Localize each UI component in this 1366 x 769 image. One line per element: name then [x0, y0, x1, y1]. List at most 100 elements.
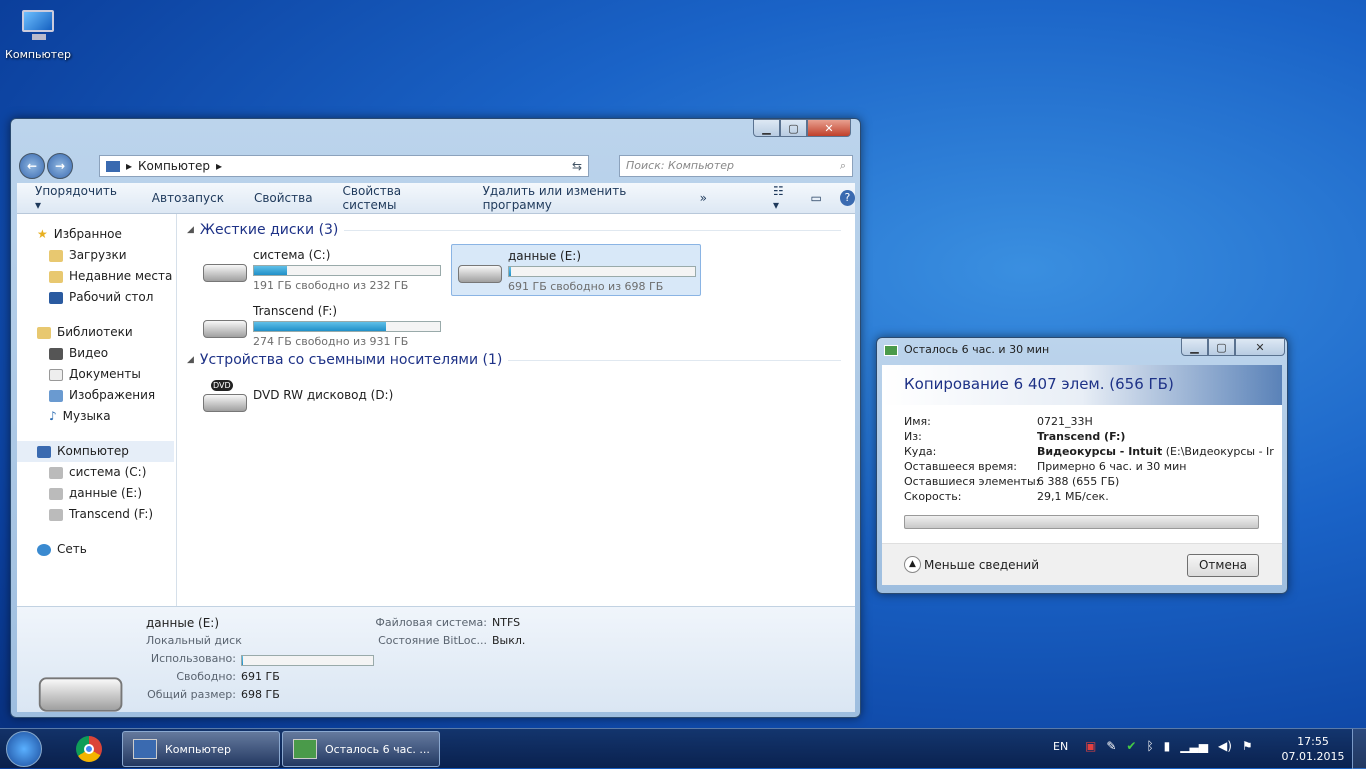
- nav-computer[interactable]: Компьютер: [17, 441, 174, 462]
- show-desktop-button[interactable]: [1352, 729, 1366, 769]
- copy-icon: [293, 739, 317, 759]
- row-value[interactable]: Transcend (F:): [1037, 430, 1125, 443]
- row-path: (E:\Видеокурсы - Ir: [1162, 445, 1274, 458]
- maximize-button[interactable]: ▢: [780, 119, 807, 137]
- maximize-button[interactable]: ▢: [1208, 338, 1235, 356]
- nav-label: Сеть: [57, 542, 87, 556]
- copy-icon: [884, 345, 898, 356]
- nav-label: Недавние места: [69, 269, 173, 283]
- security-alert-icon[interactable]: ▣: [1085, 739, 1096, 753]
- nav-drive-c[interactable]: система (C:): [17, 462, 176, 483]
- nav-desktop[interactable]: Рабочий стол: [17, 287, 176, 308]
- view-icon[interactable]: ☷ ▾: [773, 184, 793, 212]
- copy-progress-bar: [904, 515, 1259, 529]
- bluetooth-icon[interactable]: ᛒ: [1146, 739, 1153, 753]
- breadcrumb[interactable]: Компьютер: [138, 159, 210, 173]
- taskbar-label: Осталось 6 час. ...: [325, 742, 430, 756]
- language-indicator[interactable]: EN: [1053, 740, 1068, 753]
- nav-recent[interactable]: Недавние места: [17, 266, 176, 287]
- nav-video[interactable]: Видео: [17, 343, 176, 364]
- cancel-button[interactable]: Отмена: [1187, 554, 1259, 577]
- nav-libraries[interactable]: Библиотеки: [17, 322, 176, 343]
- less-details-toggle[interactable]: ▲ Меньше сведений: [904, 556, 1039, 573]
- minimize-button[interactable]: ▁: [1181, 338, 1208, 356]
- drive-name: система (C:): [253, 248, 331, 262]
- row-value[interactable]: Видеокурсы - Intuit: [1037, 445, 1162, 458]
- nav-pictures[interactable]: Изображения: [17, 385, 176, 406]
- folder-icon: [49, 249, 63, 262]
- picture-icon: [49, 389, 63, 402]
- navigation-pane: ★ Избранное Загрузки Недавние места Рабоч…: [17, 214, 177, 606]
- organize-button[interactable]: Упорядочить ▾: [35, 184, 122, 212]
- autoplay-button[interactable]: Автозапуск: [152, 191, 224, 205]
- nav-favorites[interactable]: ★ Избранное: [17, 224, 176, 245]
- explorer-body: ★ Избранное Загрузки Недавние места Рабоч…: [17, 214, 855, 606]
- nav-music[interactable]: ♪ Музыка: [17, 406, 176, 427]
- collapse-icon: ◢: [187, 225, 194, 235]
- drive-icon: [201, 304, 247, 344]
- computer-icon: [106, 160, 120, 172]
- nav-downloads[interactable]: Загрузки: [17, 245, 176, 266]
- nav-drive-e[interactable]: данные (E:): [17, 483, 176, 504]
- details-name: данные (E:): [146, 616, 220, 630]
- chrome-taskbar-icon[interactable]: [76, 736, 102, 762]
- drive-e[interactable]: данные (E:) 691 ГБ свободно из 698 ГБ: [451, 244, 701, 296]
- details-usage-bar: [241, 655, 374, 666]
- windows-drive-icon: [201, 248, 247, 288]
- safely-remove-icon[interactable]: ✔: [1126, 739, 1136, 753]
- row-label: Оставшееся время:: [904, 460, 1017, 473]
- system-properties-button[interactable]: Свойства системы: [343, 184, 453, 212]
- tray-icons: ▣ ✎ ✔ ᛒ ▮ ▁▃▅ ◀) ⚑: [1085, 739, 1253, 753]
- action-center-flag-icon[interactable]: ⚑: [1242, 739, 1253, 753]
- chevron-up-icon: ▲: [904, 556, 921, 573]
- nav-documents[interactable]: Документы: [17, 364, 176, 385]
- properties-button[interactable]: Свойства: [254, 191, 313, 205]
- tool-icon[interactable]: ✎: [1106, 739, 1116, 753]
- nav-drive-f[interactable]: Transcend (F:): [17, 504, 176, 525]
- signal-icon[interactable]: ▁▃▅: [1180, 739, 1208, 753]
- search-input[interactable]: Поиск: Компьютер ⌕: [619, 155, 853, 177]
- desktop-icon-computer[interactable]: Компьютер: [4, 8, 72, 61]
- content-pane: ◢ Жесткие диски (3) система (C:) 191 ГБ св…: [187, 222, 855, 412]
- drive-usage-bar: [253, 321, 441, 332]
- volume-icon[interactable]: ◀): [1218, 739, 1232, 753]
- power-icon[interactable]: ▮: [1164, 739, 1171, 753]
- video-icon: [49, 347, 63, 360]
- taskbar-item-explorer[interactable]: Компьютер: [122, 731, 280, 767]
- nav-label: Изображения: [69, 388, 156, 402]
- taskbar: Компьютер Осталось 6 час. ... EN ▣ ✎ ✔ ᛒ…: [0, 728, 1366, 769]
- nav-label: система (C:): [69, 465, 147, 479]
- collapse-icon: ◢: [187, 355, 194, 365]
- close-button[interactable]: ✕: [807, 119, 851, 137]
- drive-name: DVD RW дисковод (D:): [253, 388, 394, 402]
- detail-row: Скорость: 29,1 МБ/сек.: [904, 490, 1109, 503]
- drive-icon: [49, 466, 63, 479]
- address-bar[interactable]: ▸ Компьютер ▸ ⇆: [99, 155, 589, 177]
- uninstall-button[interactable]: Удалить или изменить программу: [483, 184, 688, 212]
- close-button[interactable]: ✕: [1235, 338, 1285, 356]
- start-button[interactable]: [6, 731, 42, 767]
- row-label: Имя:: [904, 415, 931, 428]
- detail-row: Оставшееся время: Примерно 6 час. и 30 ми…: [904, 460, 1186, 473]
- drive-f[interactable]: Transcend (F:) 274 ГБ свободно из 931 ГБ: [197, 300, 447, 352]
- back-button[interactable]: ←: [19, 153, 45, 179]
- nav-label: Музыка: [62, 409, 111, 423]
- minimize-button[interactable]: ▁: [753, 119, 780, 137]
- group-header-removable[interactable]: ◢ Устройства со съемными носителями (1): [187, 352, 855, 368]
- row-label: Из:: [904, 430, 922, 443]
- drive-icon: [49, 487, 63, 500]
- drive-d-dvd[interactable]: DVD DVD RW дисковод (D:): [197, 374, 447, 426]
- group-header-hard-disks[interactable]: ◢ Жесткие диски (3): [187, 222, 855, 238]
- clock[interactable]: 17:55 07.01.2015: [1280, 734, 1346, 764]
- refresh-icon[interactable]: ⇆: [572, 159, 582, 173]
- drive-c[interactable]: система (C:) 191 ГБ свободно из 232 ГБ: [197, 244, 447, 296]
- nav-network[interactable]: Сеть: [17, 539, 176, 560]
- more-button[interactable]: »: [700, 191, 707, 205]
- detail-row: Оставшиеся элементы: 6 388 (655 ГБ): [904, 475, 1119, 488]
- drive-usage-bar: [508, 266, 696, 277]
- preview-pane-icon[interactable]: ▭: [811, 191, 822, 205]
- nav-label: Видео: [69, 346, 109, 360]
- taskbar-item-copy[interactable]: Осталось 6 час. ...: [282, 731, 440, 767]
- help-icon[interactable]: ?: [839, 190, 855, 206]
- forward-button[interactable]: →: [47, 153, 73, 179]
